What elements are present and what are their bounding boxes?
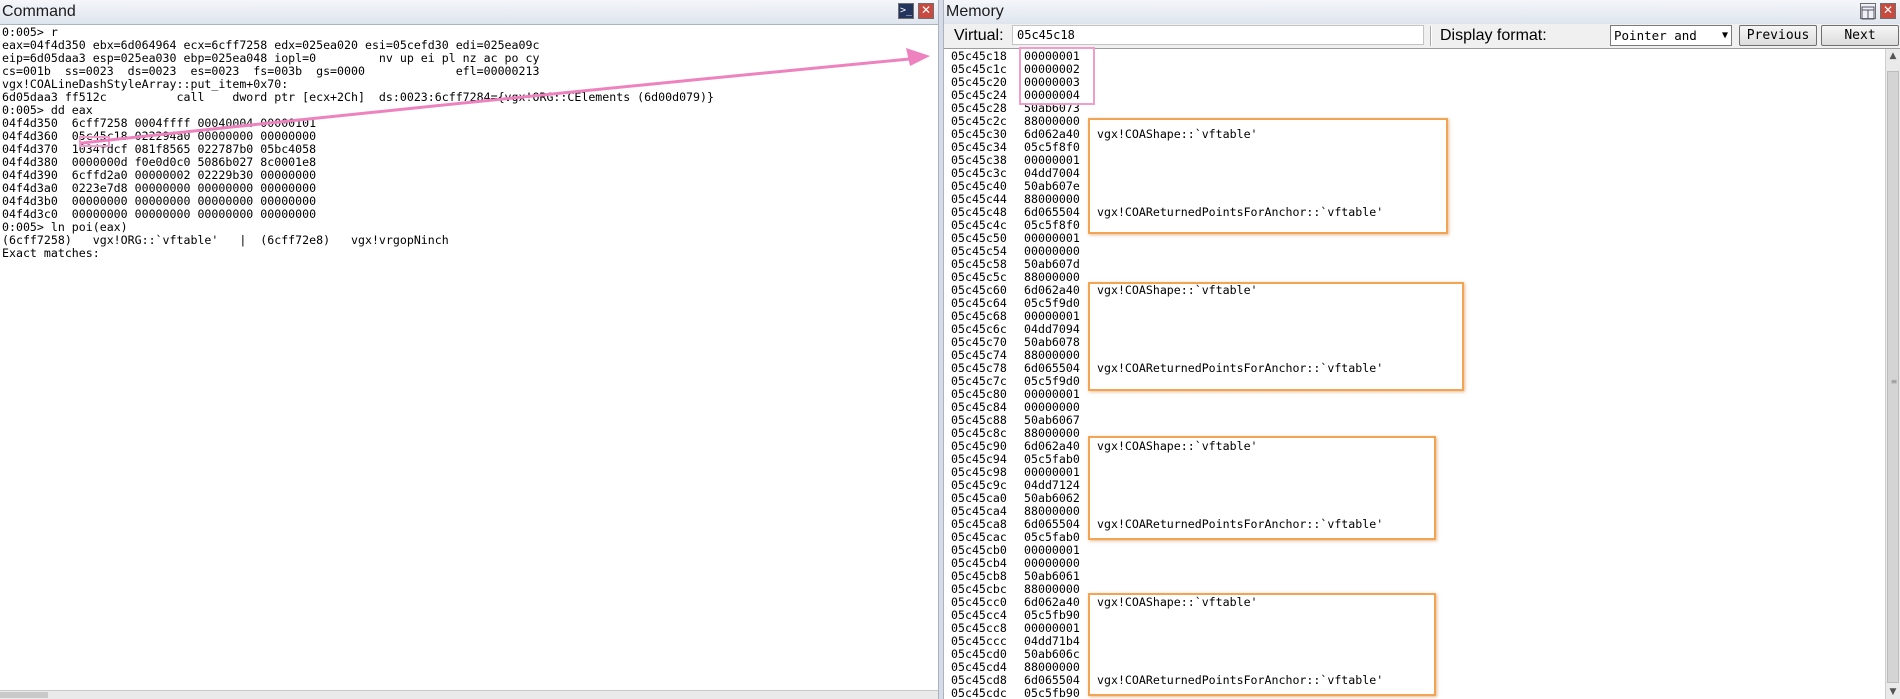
command-title: Command	[2, 3, 76, 20]
previous-button[interactable]: Previous	[1739, 25, 1817, 46]
scrollbar-thumb[interactable]	[0, 692, 48, 698]
display-format-value: Pointer and	[1614, 28, 1697, 43]
vertical-scrollbar[interactable]: ▲ ≡ ▼	[1885, 49, 1900, 699]
memory-row: 05c45c58 50ab607d	[951, 258, 1383, 271]
memory-title: Memory	[946, 3, 1004, 20]
highlight-object-4	[1088, 593, 1436, 696]
grip-icon: ≡	[1890, 377, 1898, 386]
command-titlebar: Command >_ ✕	[0, 0, 938, 25]
horizontal-scrollbar[interactable]	[0, 690, 938, 699]
memory-row: 05c45c20 00000003	[951, 76, 1383, 89]
memory-row: 05c45c18 00000001	[951, 50, 1383, 63]
scrollbar-thumb[interactable]: ≡	[1887, 71, 1899, 683]
virtual-address-input[interactable]	[1012, 25, 1424, 45]
memory-row: 05c45cb4 00000000	[951, 557, 1383, 570]
memory-row: 05c45c54 00000000	[951, 245, 1383, 258]
scroll-down-arrow-icon[interactable]: ▼	[1886, 685, 1900, 699]
display-format-select[interactable]: Pointer and ▼	[1610, 25, 1732, 46]
close-icon[interactable]: ✕	[1880, 3, 1896, 19]
command-prompt-icon[interactable]: >_	[898, 3, 914, 19]
display-format-label: Display format:	[1440, 27, 1547, 44]
memory-row: 05c45cb8 50ab6061	[951, 570, 1383, 583]
chevron-down-icon: ▼	[1721, 30, 1728, 41]
memory-row: 05c45c24 00000004	[951, 89, 1383, 102]
memory-titlebar: Memory ✕	[944, 0, 1900, 25]
highlight-object-2	[1088, 282, 1464, 391]
virtual-label: Virtual:	[954, 27, 1004, 44]
command-line: 6d05daa3 ff512c call dword ptr [ecx+2Ch]…	[2, 90, 714, 104]
memory-row: 05c45c1c 00000002	[951, 63, 1383, 76]
next-button[interactable]: Next	[1821, 25, 1899, 46]
memory-row: 05c45c84 00000000	[951, 401, 1383, 414]
memory-row: 05c45c28 50ab6073	[951, 102, 1383, 115]
command-line: Exact matches:	[2, 246, 100, 260]
highlight-pointer-in-dump	[79, 136, 110, 147]
memory-row: 05c45cb0 00000001	[951, 544, 1383, 557]
command-window: Command >_ ✕ 0:005> r eax=04f4d350 ebx=6d…	[0, 0, 938, 699]
window-layout-icon[interactable]	[1860, 3, 1876, 20]
memory-address: 05c45cdc	[951, 686, 1007, 699]
memory-value: 05c5fb90	[1024, 686, 1080, 699]
memory-toolbar: Virtual: Display format: Pointer and ▼ P…	[944, 24, 1900, 49]
scroll-up-arrow-icon[interactable]: ▲	[1886, 49, 1900, 63]
command-line: (6cff7258) vgx!ORG::`vftable' | (6cff72e…	[2, 233, 449, 247]
highlight-object-3	[1088, 436, 1436, 540]
toolbar-separator	[1430, 26, 1432, 46]
highlight-object-1	[1088, 118, 1448, 234]
highlight-first-values	[1019, 47, 1095, 105]
close-icon[interactable]: ✕	[918, 3, 934, 19]
memory-row: 05c45c88 50ab6067	[951, 414, 1383, 427]
